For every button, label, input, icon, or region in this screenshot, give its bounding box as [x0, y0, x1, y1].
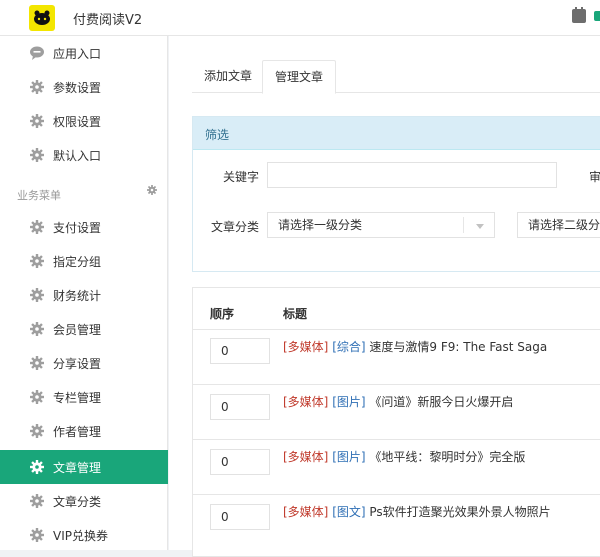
keyword-input[interactable] — [267, 162, 557, 188]
article-title-text: 速度与激情9 F9: The Fast Saga — [369, 340, 548, 354]
sidebar-item-label: 会员管理 — [53, 323, 102, 337]
sidebar-item-members[interactable]: 会员管理 — [0, 312, 168, 346]
order-input[interactable]: 0 — [210, 394, 270, 420]
filter-panel: 筛选 关键字 审 文章分类 请选择一级分类 请选择二级分类 — [192, 116, 600, 272]
top-header: 付费阅读V2 — [0, 0, 600, 36]
column-header-order: 顺序 — [210, 307, 235, 321]
sidebar-item-authors[interactable]: 作者管理 — [0, 414, 168, 448]
category-tag: [综合] — [332, 340, 366, 354]
category-tag: [图片] — [332, 450, 366, 464]
order-input[interactable]: 0 — [210, 504, 270, 530]
sidebar-item-default-entry[interactable]: 默认入口 — [0, 138, 168, 172]
gear-icon — [30, 220, 44, 234]
category-level2-value: 请选择二级分类 — [528, 218, 600, 232]
sidebar-item-share[interactable]: 分享设置 — [0, 346, 168, 380]
gear-icon — [30, 424, 44, 438]
sidebar-item-groups[interactable]: 指定分组 — [0, 244, 168, 278]
sidebar-item-label: 作者管理 — [53, 425, 102, 439]
article-title-text: 《问道》新服今日火爆开启 — [369, 395, 514, 409]
sidebar-item-label: 专栏管理 — [53, 391, 102, 405]
category-level2-select[interactable]: 请选择二级分类 — [517, 212, 600, 238]
articles-table: 顺序 标题 0 [多媒体] [综合] 速度与激情9 F9: The Fast S… — [192, 287, 600, 557]
category-tag: [图文] — [332, 505, 366, 519]
order-input[interactable]: 0 — [210, 338, 270, 364]
sidebar-item-payment[interactable]: 支付设置 — [0, 210, 168, 244]
table-row: 0 [多媒体] [图片] 《地平线：黎明时分》完全版 — [193, 440, 600, 495]
chat-bubble-icon — [30, 46, 44, 60]
category-label: 文章分类 — [211, 220, 260, 234]
sidebar-item-label: 默认入口 — [53, 149, 102, 163]
gear-icon — [30, 114, 44, 128]
sidebar-item-params[interactable]: 参数设置 — [0, 70, 168, 104]
gear-icon — [30, 254, 44, 268]
sidebar-item-columns[interactable]: 专栏管理 — [0, 380, 168, 414]
app-logo-icon[interactable] — [29, 5, 55, 31]
user-icon[interactable] — [594, 11, 600, 21]
media-tag: [多媒体] — [283, 395, 329, 409]
gear-icon — [30, 148, 44, 162]
tab-add-article[interactable]: 添加文章 — [192, 60, 264, 93]
main-content: 添加文章 管理文章 筛选 关键字 审 文章分类 请选择一级分类 请选择二级分类 … — [169, 36, 600, 557]
media-tag: [多媒体] — [283, 340, 329, 354]
tab-manage-articles[interactable]: 管理文章 — [262, 60, 337, 94]
sidebar-item-vip-coupons[interactable]: VIP兑换券 — [0, 518, 168, 552]
sidebar-item-finance[interactable]: 财务统计 — [0, 278, 168, 312]
gear-icon — [30, 390, 44, 404]
media-tag: [多媒体] — [283, 450, 329, 464]
sidebar-item-label: VIP兑换券 — [53, 529, 108, 543]
gear-icon — [30, 322, 44, 336]
gear-icon — [30, 80, 44, 94]
filter-panel-header: 筛选 — [193, 117, 600, 150]
article-title[interactable]: [多媒体] [图片] 《地平线：黎明时分》完全版 — [283, 448, 525, 465]
table-row: 0 [多媒体] [图片] 《问道》新服今日火爆开启 — [193, 385, 600, 440]
article-title[interactable]: [多媒体] [图文] Ps软件打造聚光效果外景人物照片 — [283, 503, 551, 520]
sidebar-item-label: 参数设置 — [53, 81, 102, 95]
sidebar-item-label: 指定分组 — [53, 255, 102, 269]
sidebar-item-articles[interactable]: 文章管理 — [0, 450, 168, 484]
gear-icon — [30, 356, 44, 370]
gear-icon — [30, 494, 44, 508]
sidebar-item-permissions[interactable]: 权限设置 — [0, 104, 168, 138]
table-row: 0 [多媒体] [综合] 速度与激情9 F9: The Fast Saga — [193, 330, 600, 385]
sidebar: 应用入口 参数设置 权限设置 默认入口 业务菜单 支付设置 指定分组 财务统计 … — [0, 36, 168, 550]
column-header-title: 标题 — [283, 307, 308, 321]
calendar-icon[interactable] — [572, 7, 586, 23]
gear-icon — [30, 460, 44, 474]
sidebar-item-label: 权限设置 — [53, 115, 102, 129]
article-title[interactable]: [多媒体] [图片] 《问道》新服今日火爆开启 — [283, 393, 513, 410]
app-title: 付费阅读V2 — [73, 13, 143, 28]
sidebar-item-article-categories[interactable]: 文章分类 — [0, 484, 168, 518]
sidebar-item-label: 文章管理 — [53, 461, 102, 475]
sidebar-group-title: 业务菜单 — [17, 189, 61, 202]
table-row: 0 [多媒体] [图文] Ps软件打造聚光效果外景人物照片 — [193, 495, 600, 550]
sidebar-item-label: 财务统计 — [53, 289, 102, 303]
category-level1-select[interactable]: 请选择一级分类 — [267, 212, 495, 238]
gear-icon — [30, 528, 44, 542]
category-level1-value: 请选择一级分类 — [278, 218, 363, 232]
chevron-down-icon — [476, 224, 484, 229]
order-input[interactable]: 0 — [210, 449, 270, 475]
article-title[interactable]: [多媒体] [综合] 速度与激情9 F9: The Fast Saga — [283, 338, 547, 355]
category-tag: [图片] — [332, 395, 366, 409]
sidebar-item-label: 支付设置 — [53, 221, 102, 235]
sidebar-item-label: 应用入口 — [53, 47, 102, 61]
article-title-text: 《地平线：黎明时分》完全版 — [369, 450, 526, 464]
sidebar-item-label: 分享设置 — [53, 357, 102, 371]
gear-icon[interactable] — [147, 185, 157, 195]
keyword-label: 关键字 — [223, 170, 260, 184]
review-status-label: 审 — [589, 170, 600, 184]
sidebar-item-label: 文章分类 — [53, 495, 102, 509]
tab-bar: 添加文章 管理文章 — [192, 60, 600, 94]
article-title-text: Ps软件打造聚光效果外景人物照片 — [369, 505, 551, 519]
gear-icon — [30, 288, 44, 302]
media-tag: [多媒体] — [283, 505, 329, 519]
sidebar-item-app-entry[interactable]: 应用入口 — [0, 36, 168, 70]
filter-title: 筛选 — [205, 128, 230, 142]
select-divider — [463, 217, 464, 233]
